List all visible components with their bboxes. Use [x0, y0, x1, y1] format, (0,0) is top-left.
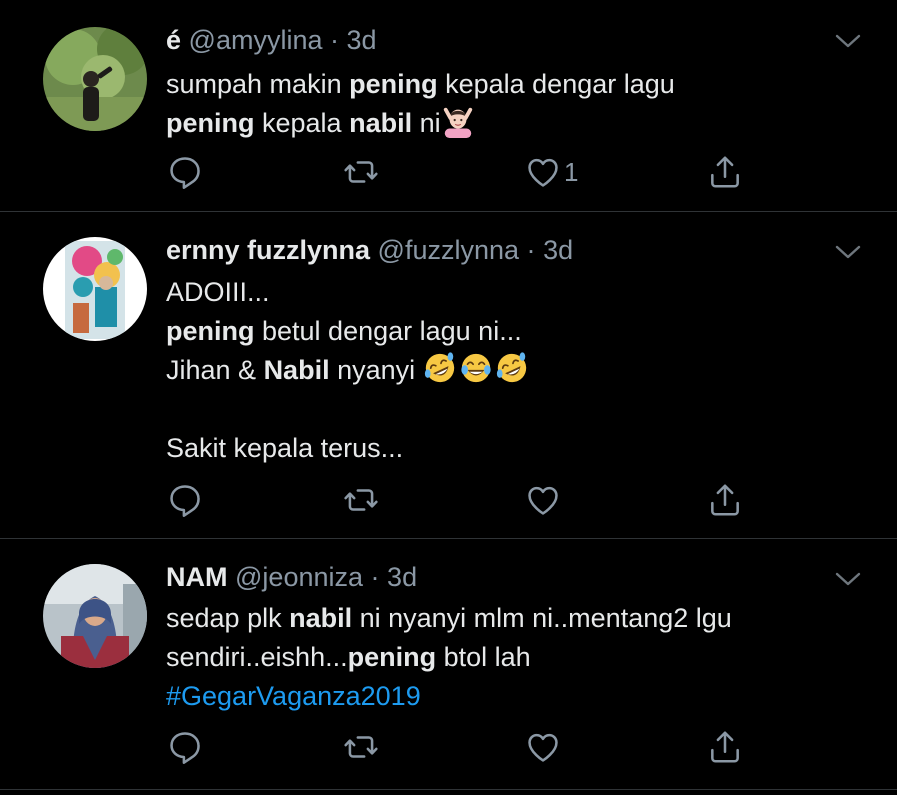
share-icon	[711, 731, 739, 763]
hashtag-link[interactable]: #GegarVaganza2019	[166, 681, 421, 711]
retweet-button[interactable]	[342, 727, 380, 767]
reply-icon	[170, 732, 200, 764]
retweet-icon	[344, 736, 378, 758]
share-button[interactable]	[706, 152, 744, 192]
tweet-2[interactable]: ernny fuzzlynna @fuzzlynna · 3d ADOIII..…	[0, 212, 897, 539]
text-segment: sendiri..eishh...	[166, 642, 348, 672]
share-icon	[711, 484, 739, 516]
like-button[interactable]: 1	[524, 152, 578, 192]
woman-gesturing-ok-emoji	[443, 107, 472, 138]
highlighted-term: pening	[166, 108, 255, 138]
highlighted-term: nabil	[349, 108, 413, 138]
chevron-down-icon[interactable]	[835, 571, 861, 587]
tweet-text-line: ADOIII...	[166, 273, 857, 312]
text-segment: nyanyi	[329, 355, 423, 385]
text-segment: Jihan &	[166, 355, 264, 385]
avatar[interactable]	[43, 564, 147, 668]
retweet-button[interactable]	[342, 480, 380, 520]
tweet-text-line: #GegarVaganza2019	[166, 677, 857, 716]
share-icon	[711, 156, 739, 188]
tweet-text-line: sendiri..eishh...pening btol lah	[166, 638, 857, 677]
text-segment: sedap plk	[166, 603, 290, 633]
display-name[interactable]: é	[166, 25, 181, 55]
text-segment: ni nyanyi mlm ni..mentang2 lgu	[352, 603, 732, 633]
handle[interactable]: @amyylina	[189, 25, 323, 55]
handle[interactable]: @jeonniza	[235, 562, 363, 592]
tweet-3[interactable]: NAM @jeonniza · 3d sedap plk nabil ni ny…	[0, 539, 897, 790]
reply-icon	[170, 157, 200, 189]
heart-icon	[528, 486, 558, 515]
separator-dot: ·	[370, 562, 380, 592]
like-button[interactable]	[524, 727, 564, 767]
text-segment: kepala dengar lagu	[437, 69, 675, 99]
tweet-header: NAM @jeonniza · 3d	[166, 560, 857, 594]
tweet-text-line: pening betul dengar lagu ni...	[166, 312, 857, 351]
retweet-icon	[344, 161, 378, 183]
timestamp[interactable]: 3d	[347, 25, 377, 55]
tweet-text-line: Jihan & Nabil nyanyi	[166, 351, 857, 390]
timestamp[interactable]: 3d	[543, 235, 573, 265]
reply-button[interactable]	[166, 152, 204, 192]
tweet-text: sedap plk nabil ni nyanyi mlm ni..mentan…	[166, 599, 857, 716]
separator-dot: ·	[330, 25, 340, 55]
heart-icon	[528, 733, 558, 762]
separator-dot: ·	[526, 235, 536, 265]
chevron-down-icon[interactable]	[835, 244, 861, 260]
tweet-text-line: sedap plk nabil ni nyanyi mlm ni..mentan…	[166, 599, 857, 638]
tweet-text: ADOIII... pening betul dengar lagu ni... J…	[166, 273, 857, 468]
reply-button[interactable]	[166, 727, 204, 767]
text-segment: Sakit kepala terus...	[166, 433, 404, 463]
text-segment: ni	[412, 108, 441, 138]
handle[interactable]: @fuzzlynna	[378, 235, 519, 265]
highlighted-term: pening	[347, 642, 437, 672]
rolling-on-floor-laughing-emoji	[424, 352, 454, 383]
heart-icon	[528, 158, 558, 187]
tweet-text-line: sumpah makin pening kepala dengar lagu	[166, 65, 857, 104]
timestamp[interactable]: 3d	[387, 562, 417, 592]
retweet-icon	[344, 489, 378, 511]
tweet-text-line	[166, 390, 857, 429]
tears-of-joy-emoji	[461, 353, 491, 383]
highlighted-term: pening	[166, 316, 255, 346]
chevron-down-icon[interactable]	[835, 33, 861, 49]
share-button[interactable]	[706, 480, 744, 520]
tweet-header: ernny fuzzlynna @fuzzlynna · 3d	[166, 233, 857, 267]
retweet-button[interactable]	[342, 152, 380, 192]
tweet-text: sumpah makin pening kepala dengar lagu pe…	[166, 65, 857, 143]
reply-button[interactable]	[166, 480, 204, 520]
like-count: 1	[564, 156, 579, 187]
highlighted-term: pening	[349, 69, 438, 99]
avatar[interactable]	[43, 27, 147, 131]
text-segment: ADOIII...	[166, 277, 270, 307]
tweet-1[interactable]: é @amyylina · 3d sumpah makin pening kep…	[0, 0, 897, 212]
avatar[interactable]	[43, 237, 147, 341]
reply-icon	[170, 485, 200, 517]
text-segment: btol lah	[436, 642, 531, 672]
rolling-on-floor-laughing-emoji	[496, 352, 526, 383]
text-segment: betul dengar lagu ni...	[254, 316, 522, 346]
text-segment: sumpah makin	[166, 69, 350, 99]
tweet-text-line: pening kepala nabil ni	[166, 104, 857, 143]
highlighted-term: Nabil	[263, 355, 330, 385]
text-segment: kepala	[254, 108, 350, 138]
share-button[interactable]	[706, 727, 744, 767]
display-name[interactable]: NAM	[166, 562, 228, 592]
tweet-text-line: Sakit kepala terus...	[166, 429, 857, 468]
display-name[interactable]: ernny fuzzlynna	[166, 235, 370, 265]
tweet-header: é @amyylina · 3d	[166, 23, 857, 57]
like-button[interactable]	[524, 480, 564, 520]
highlighted-term: nabil	[289, 603, 353, 633]
